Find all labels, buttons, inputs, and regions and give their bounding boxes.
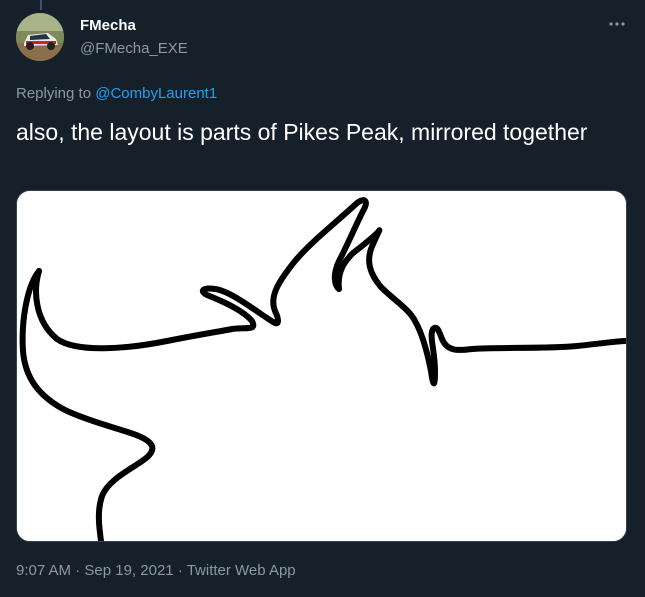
meta-separator-1: ·	[71, 562, 85, 579]
tweet-date[interactable]: Sep 19, 2021	[84, 562, 173, 579]
tweet-metadata: 9:07 AM · Sep 19, 2021 · Twitter Web App	[16, 562, 296, 579]
tweet: FMecha @FMecha_EXE Replying to @CombyLau…	[0, 0, 645, 597]
tweet-time[interactable]: 9:07 AM	[16, 562, 71, 579]
tweet-text: also, the layout is parts of Pikes Peak,…	[16, 119, 588, 145]
tweet-source: Twitter Web App	[186, 562, 296, 579]
more-options-icon[interactable]	[609, 14, 625, 32]
meta-separator-2: ·	[173, 562, 187, 579]
tweet-image[interactable]	[16, 190, 627, 542]
replying-to: Replying to @CombyLaurent1	[16, 85, 217, 102]
author-handle[interactable]: @FMecha_EXE	[80, 40, 188, 57]
replying-to-label: Replying to	[16, 85, 96, 102]
author-display-name[interactable]: FMecha	[80, 17, 136, 34]
thread-connector-line	[40, 0, 42, 10]
more-dots-icon	[609, 22, 625, 26]
avatar[interactable]	[16, 13, 64, 61]
reply-mention-link[interactable]: @CombyLaurent1	[95, 85, 217, 102]
track-layout-drawing	[17, 191, 626, 541]
rally-car-avatar-icon	[16, 13, 64, 61]
